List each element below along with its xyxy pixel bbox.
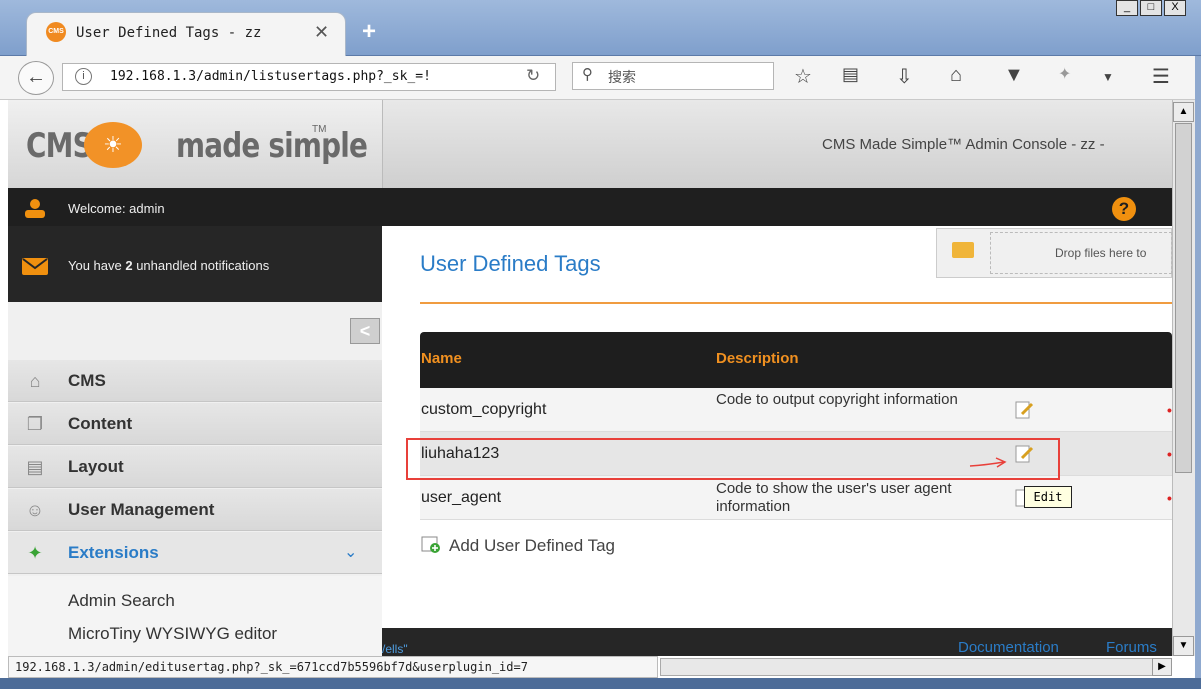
documentation-link[interactable]: Documentation xyxy=(958,639,1059,656)
extension-icon[interactable]: ✦ xyxy=(1058,64,1071,84)
folder-icon xyxy=(952,242,974,258)
sidebar-item-content[interactable] xyxy=(8,403,382,445)
add-icon[interactable] xyxy=(421,536,441,554)
new-tab-button[interactable]: + xyxy=(362,18,376,46)
window-frame-right xyxy=(1195,56,1201,689)
palm-island-logo-icon: ☀ xyxy=(84,122,142,168)
footer-fragment[interactable]: /ells" xyxy=(382,642,408,656)
screen: CMS User Defined Tags - zz ✕ + _ □ X ← i… xyxy=(0,0,1201,689)
help-icon[interactable]: ? xyxy=(1112,197,1136,221)
layout-icon: ▤ xyxy=(26,457,44,477)
puzzle-piece-icon: ✦ xyxy=(27,543,43,563)
reload-icon[interactable]: ↻ xyxy=(526,66,540,86)
users-icon: ☺ xyxy=(25,500,45,520)
scroll-up-icon[interactable]: ▲ xyxy=(1173,102,1194,122)
notifications-prefix: You have xyxy=(68,258,126,273)
collapse-sidebar-button[interactable]: < xyxy=(350,318,380,344)
welcome-bar xyxy=(8,188,1172,226)
sidebar-item-label: CMS xyxy=(68,371,106,390)
notifications-count: 2 xyxy=(125,258,133,273)
column-header-name[interactable]: Name xyxy=(421,350,462,367)
scroll-down-icon[interactable]: ▼ xyxy=(1173,636,1194,656)
search-input[interactable] xyxy=(572,62,774,90)
logo-text-made-simple: made simple xyxy=(176,126,368,166)
sidebar-item-cms[interactable] xyxy=(8,360,382,402)
content-pages-icon: ❐ xyxy=(26,414,44,434)
title-divider xyxy=(420,302,1172,304)
user-icon xyxy=(25,199,45,218)
submenu-item-microtiny[interactable]: MicroTiny WYSIWYG editor xyxy=(68,624,277,644)
download-icon[interactable]: ⇩ xyxy=(896,64,913,89)
url-text[interactable]: 192.168.1.3/admin/listusertags.php?_sk_=… xyxy=(110,69,488,84)
console-title: CMS Made Simple™ Admin Console - zz - xyxy=(822,136,1105,153)
close-window-button[interactable]: X xyxy=(1164,0,1186,16)
reading-list-icon[interactable]: ▤ xyxy=(842,64,859,85)
hamburger-menu-icon[interactable]: ☰ xyxy=(1152,64,1170,89)
home-icon: ⌂ xyxy=(29,371,41,391)
edit-tooltip: Edit xyxy=(1024,486,1072,508)
scroll-right-icon[interactable]: ▶ xyxy=(1152,658,1172,676)
tag-name-link[interactable]: custom_copyright xyxy=(421,401,546,419)
notifications-suffix: unhandled notifications xyxy=(132,258,270,273)
tag-description: Code to show the user's user agent infor… xyxy=(716,480,952,515)
logo-tm: TM xyxy=(312,124,327,135)
tab-close-icon[interactable]: ✕ xyxy=(314,22,329,43)
mail-icon[interactable] xyxy=(22,258,48,275)
minimize-button[interactable]: _ xyxy=(1116,0,1138,16)
chevron-down-icon[interactable]: ⌄ xyxy=(344,542,357,562)
highlight-box xyxy=(406,438,1060,480)
sidebar-item-extensions[interactable] xyxy=(8,532,382,574)
window-frame-bottom xyxy=(0,678,1201,689)
forums-link[interactable]: Forums xyxy=(1106,639,1157,656)
page-title: User Defined Tags xyxy=(420,251,601,276)
red-arrow-annotation xyxy=(969,457,1007,468)
sidebar-item-layout[interactable] xyxy=(8,446,382,488)
add-user-defined-tag-link[interactable]: Add User Defined Tag xyxy=(449,536,615,556)
welcome-text: Welcome: admin xyxy=(68,201,165,216)
notifications-text[interactable]: You have 2 unhandled notifications xyxy=(68,258,269,273)
cms-favicon-icon: CMS xyxy=(46,22,66,42)
search-icon: ⚲ xyxy=(582,66,593,83)
scrollbar-thumb[interactable] xyxy=(1175,123,1192,473)
back-arrow-icon[interactable]: ← xyxy=(18,61,54,95)
info-icon[interactable]: i xyxy=(75,68,92,85)
tab-title: User Defined Tags - zz xyxy=(76,25,262,41)
window-controls: _ □ X xyxy=(1116,0,1188,16)
column-header-description: Description xyxy=(716,350,799,367)
home-icon[interactable]: ⌂ xyxy=(950,64,962,87)
edit-icon[interactable] xyxy=(1014,400,1034,420)
bookmark-star-icon[interactable]: ☆ xyxy=(794,64,812,89)
extension-dropdown-icon[interactable]: ▼ xyxy=(1102,70,1114,84)
maximize-button[interactable]: □ xyxy=(1140,0,1162,16)
sidebar-item-label: User Management xyxy=(68,500,215,519)
tag-description: Code to output copyright information xyxy=(716,391,958,408)
logo-text-cms: CMS xyxy=(26,126,93,166)
submenu-item-admin-search[interactable]: Admin Search xyxy=(68,591,175,611)
status-bar-url: 192.168.1.3/admin/editusertag.php?_sk_=6… xyxy=(8,656,658,678)
drop-zone-text: Drop files here to xyxy=(1055,246,1147,260)
sidebar-item-label: Extensions xyxy=(68,543,159,562)
pocket-icon[interactable]: ▼ xyxy=(1004,64,1024,87)
horizontal-scrollbar[interactable] xyxy=(660,658,1172,676)
sidebar-item-label: Content xyxy=(68,414,133,433)
tag-name-link[interactable]: user_agent xyxy=(421,489,501,507)
search-placeholder: 搜索 xyxy=(608,69,636,85)
extensions-submenu xyxy=(8,576,382,656)
sidebar-item-label: Layout xyxy=(68,457,124,476)
